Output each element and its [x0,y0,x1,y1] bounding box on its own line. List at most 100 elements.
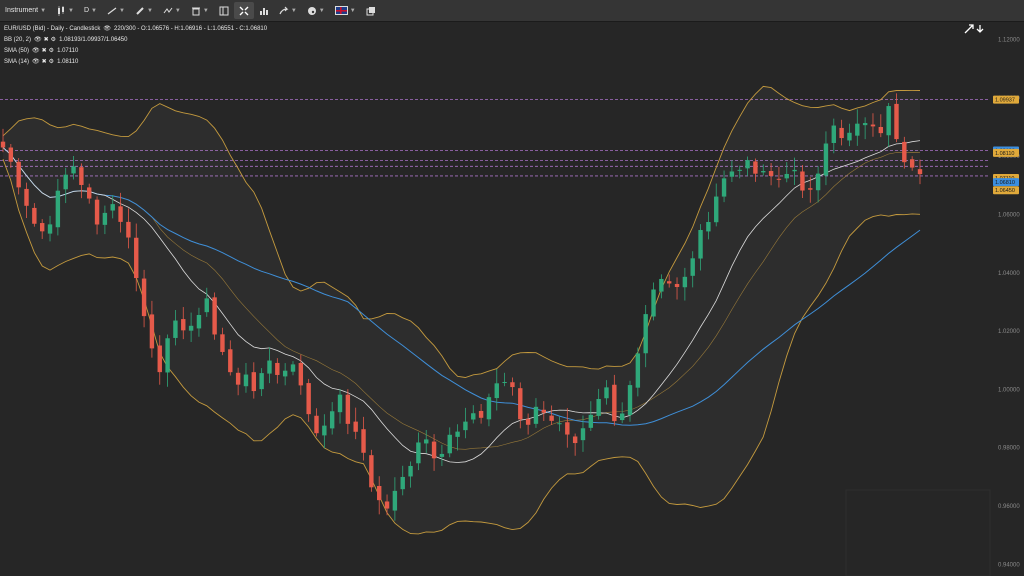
chevron-down-icon: ▼ [146,7,153,14]
candle-body [596,399,601,416]
candle-body [32,207,37,224]
crosshair-button[interactable] [233,2,254,19]
draw-tool-button[interactable]: ▼ [130,0,158,21]
layout-button[interactable] [214,0,234,21]
close-icon[interactable]: ✖ [44,35,49,46]
legend-bb-row: BB (20, 2) 👁 ✖ ⚙ 1.08193/1.09937/1.06450 [4,35,267,46]
eye-icon[interactable]: 👁 [34,35,42,46]
candle-body [39,223,45,232]
candle-body [643,314,648,354]
candle-body [808,188,813,190]
candle-body [580,428,586,441]
candle-body [165,338,170,373]
eye-icon[interactable]: 👁 [103,24,111,35]
candle-body [502,382,507,384]
legend-sma50-row: SMA (50) 👁 ✖ ⚙ 1.07110 [4,46,267,57]
candle-body [431,441,437,459]
legend-instrument-row: EUR/USD (Bid) - Daily - Candlestick 👁 22… [4,24,267,35]
popout-button[interactable] [361,0,381,21]
candle-body [886,106,891,136]
trash-icon [191,7,200,15]
candle-body [157,345,162,373]
candle-body [745,160,750,169]
candle-body [674,283,680,288]
candle-body [909,159,915,168]
legend-instrument-title: EUR/USD (Bid) - Daily - Candlestick [4,26,101,32]
theme-button[interactable]: ▼ [302,0,330,21]
instrument-label: Instrument [5,7,39,14]
candle-body [870,124,876,127]
timeframe-label: D [83,7,90,14]
download-arrow-icon[interactable] [976,24,984,34]
candle-body [235,372,241,385]
delete-tool-button[interactable]: ▼ [186,0,214,21]
legend-sma14-name: SMA (14) [4,59,30,65]
candle-body [102,212,108,225]
candle [651,282,656,321]
legend-sma50-value: 1.07110 [57,48,79,54]
candle-body [698,229,703,259]
y-tick-label: 0.96000 [998,504,1020,510]
candle-body [902,141,907,163]
candle-body [126,221,131,238]
candle-body [196,315,202,329]
legend-bb-values: 1.08193/1.09937/1.06450 [59,37,128,43]
candle-body [635,353,641,388]
candle-body [416,442,421,464]
candle-body [839,127,844,139]
candle-body [549,415,554,421]
candle-body [557,423,562,425]
share-arrow-icon [279,6,289,14]
candle-body [204,298,209,313]
candle-body [275,362,280,375]
pattern-tool-button[interactable]: ▼ [158,0,186,21]
gear-icon[interactable]: ⚙ [49,57,54,68]
candle-body [612,384,617,422]
candle-body [729,171,735,177]
candle-body [878,126,884,134]
candle-body [486,397,492,420]
candle-body [47,224,53,234]
gear-icon[interactable]: ⚙ [49,46,54,57]
share-button[interactable]: ▼ [274,0,302,21]
candle-body [447,434,452,454]
gear-icon[interactable]: ⚙ [51,35,56,46]
candle-body [619,413,625,421]
price-chart[interactable]: 1.120001.100001.080001.060001.040001.020… [0,22,1024,576]
timeframe-selector[interactable]: D ▼ [79,0,102,21]
chevron-down-icon: ▼ [174,7,181,14]
y-tick-label: 1.06000 [998,212,1020,218]
indicators-button[interactable] [254,0,274,21]
candle-type-button[interactable]: ▼ [51,0,79,21]
eye-icon[interactable]: 👁 [32,46,40,57]
crosshair-icon [239,6,249,15]
close-icon[interactable]: ✖ [42,46,47,57]
eye-icon[interactable]: 👁 [32,57,40,68]
candle-body [243,374,249,387]
legend-ohlc-info: 220/300 - O:1.06576 - H:1.06916 - L:1.06… [113,26,268,32]
candle-body [377,486,382,501]
expand-icon[interactable] [964,24,974,34]
line-tool-button[interactable]: ▼ [102,0,130,21]
candle-body [228,349,233,373]
close-icon[interactable]: ✖ [42,57,47,68]
candle-body [212,297,217,335]
candle-body [823,143,829,176]
candle-body [627,385,633,415]
candle-body [384,501,390,509]
candle-body [267,360,272,374]
candle-body [455,431,460,437]
chevron-down-icon: ▼ [91,7,97,14]
candle-body [314,415,319,434]
candle-body [604,387,609,399]
instrument-selector[interactable]: Instrument ▼ [0,0,51,21]
popout-window-icon [366,6,375,15]
candle-body [690,258,695,276]
candle-body [737,169,742,171]
candle-body [173,320,178,338]
candle-body [682,276,688,288]
candle-body [784,173,789,179]
candle-body [181,319,186,331]
candle-body [659,278,664,292]
language-button[interactable]: ▼ [330,0,361,21]
